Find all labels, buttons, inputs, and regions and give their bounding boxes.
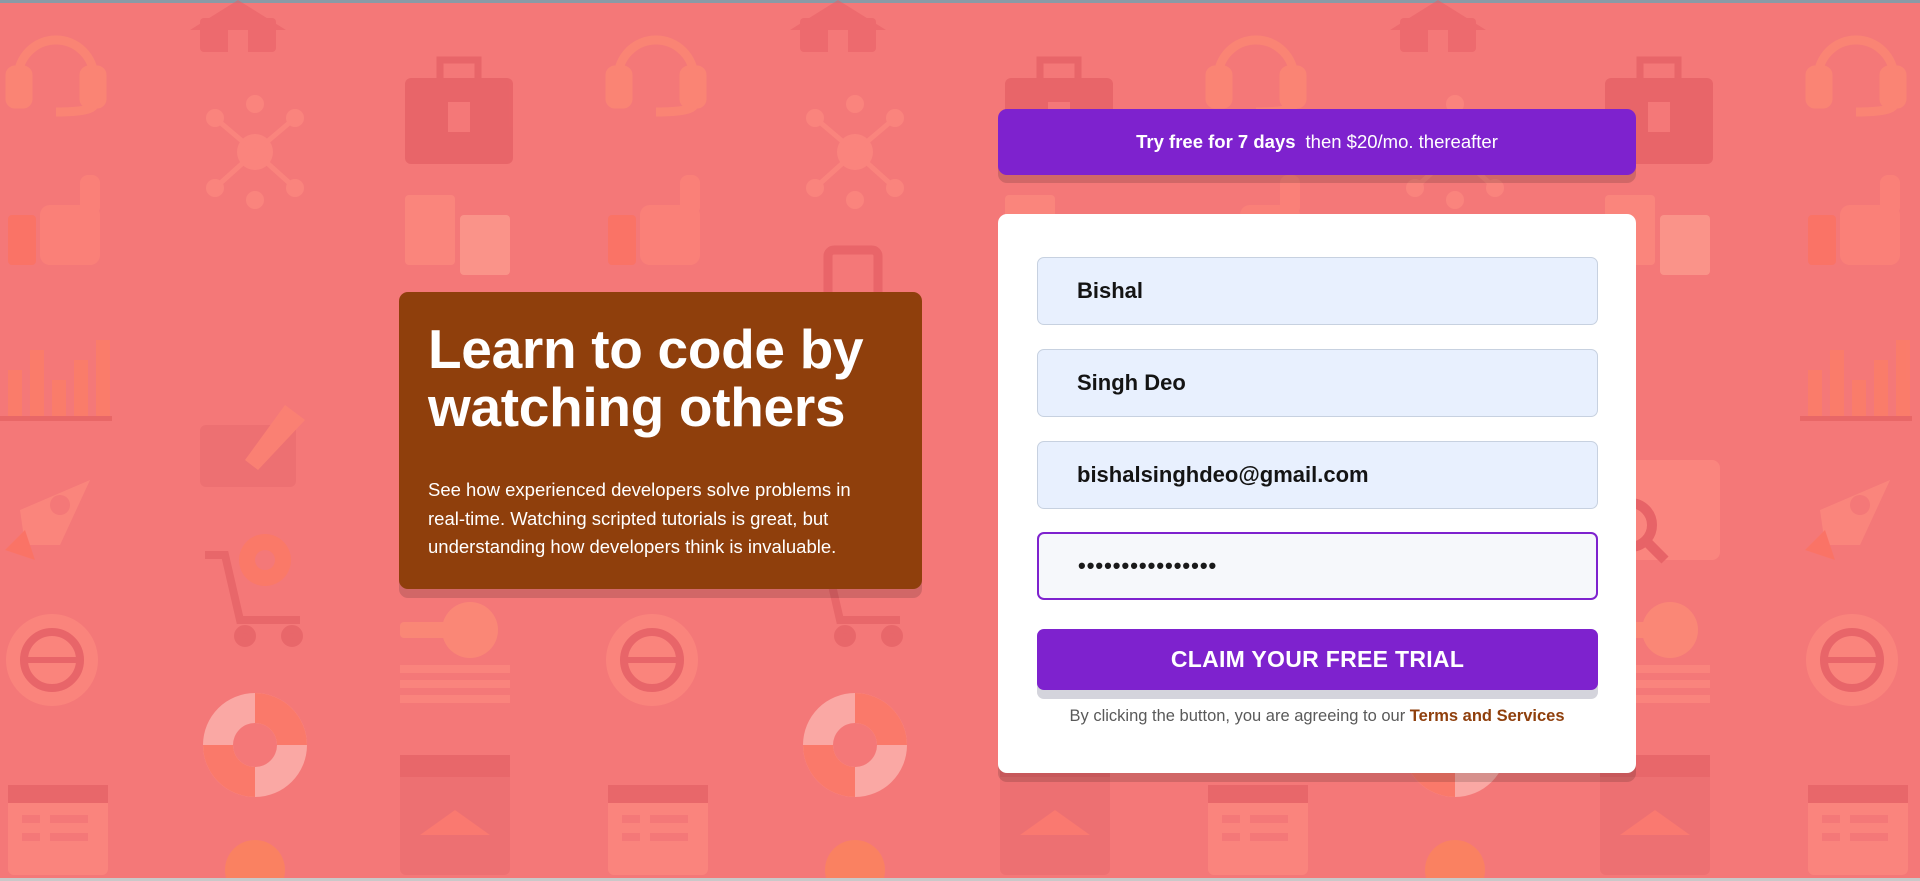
chart-icon [0,340,112,421]
title-line-2: watching others [428,376,846,438]
home-icon [190,0,286,52]
rocket-icon [5,480,90,560]
page-title: Learn to code by watching others [428,320,892,436]
network-icon [206,95,304,209]
claim-trial-button[interactable]: CLAIM YOUR FREE TRIAL [1037,629,1598,690]
intro-description: See how experienced developers solve pro… [428,479,851,557]
password-input[interactable]: •••••••••••••••• [1037,532,1598,600]
intro-card: Learn to code by watching others See how… [399,292,922,589]
thumbs-up-icon [8,175,100,265]
globe-gear-icon [6,614,98,706]
toolbox-icon [405,56,513,164]
lines-icon [400,665,510,703]
signup-form: Bishal Singh Deo bishalsinghdeo@gmail.co… [998,214,1636,773]
lifebuoy-icon [203,693,307,797]
trial-banner-rest: then $20/mo. thereafter [1305,131,1498,152]
browser-icon [400,755,510,875]
terms-notice: By clicking the button, you are agreeing… [998,707,1636,726]
trial-banner-strong: Try free for 7 days [1136,131,1296,152]
last-name-input[interactable]: Singh Deo [1037,349,1598,417]
trial-banner: Try free for 7 days then $20/mo. thereaf… [998,109,1636,175]
terms-prefix: By clicking the button, you are agreeing… [1069,707,1410,725]
headset-icon [5,35,107,117]
edit-icon [200,405,305,487]
sun-icon [225,840,285,881]
terms-link[interactable]: Terms and Services [1410,707,1565,725]
title-line-1: Learn to code by [428,318,864,380]
calendar-icon [8,785,108,875]
email-input[interactable]: bishalsinghdeo@gmail.com [1037,441,1598,509]
first-name-input[interactable]: Bishal [1037,257,1598,325]
gear-icon [239,534,291,586]
key-icon [400,602,498,658]
documents-icon [405,195,510,275]
